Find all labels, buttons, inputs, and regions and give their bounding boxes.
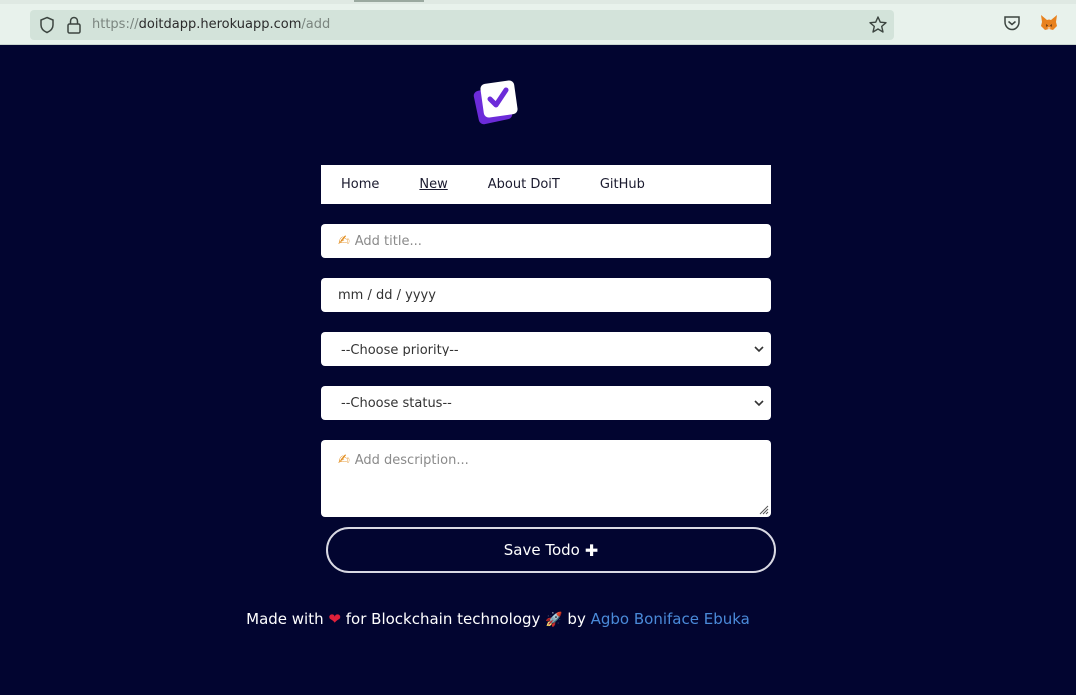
chevron-down-icon	[754, 346, 764, 353]
rocket-icon: 🚀	[545, 612, 563, 628]
chevron-down-icon	[754, 400, 764, 407]
title-input[interactable]: ✍ Add title...	[321, 224, 771, 258]
nav-home[interactable]: Home	[341, 177, 379, 192]
description-textarea[interactable]: ✍ Add description...	[321, 440, 771, 517]
nav-about[interactable]: About DoiT	[488, 177, 560, 192]
priority-selected: --Choose priority--	[341, 343, 459, 356]
nav-new[interactable]: New	[419, 177, 447, 192]
lock-icon[interactable]	[66, 16, 82, 34]
url-text[interactable]: https://doitdapp.herokuapp.com/add	[92, 16, 330, 34]
date-input[interactable]: mm / dd / yyyy	[321, 278, 771, 312]
pocket-icon[interactable]	[1003, 14, 1021, 32]
nav-github[interactable]: GitHub	[600, 177, 645, 192]
plus-icon: ✚	[584, 540, 599, 560]
footer-prefix: Made with	[246, 610, 324, 628]
bookmark-star-icon[interactable]	[868, 15, 888, 35]
address-bar[interactable]: https://doitdapp.herokuapp.com/add	[30, 10, 894, 40]
active-tab-indicator[interactable]	[354, 0, 424, 2]
heart-icon: ❤	[328, 610, 341, 628]
writing-hand-icon: ✍	[338, 452, 350, 468]
writing-hand-icon: ✍	[338, 233, 350, 249]
url-path: /add	[301, 17, 331, 32]
resize-handle-icon[interactable]	[757, 503, 769, 515]
tab-strip	[0, 0, 1076, 4]
title-placeholder: Add title...	[354, 233, 422, 249]
status-select[interactable]: --Choose status--	[321, 386, 771, 420]
url-scheme: https://	[92, 17, 139, 32]
date-placeholder: mm / dd / yyyy	[338, 287, 436, 303]
main-nav: Home New About DoiT GitHub	[321, 165, 771, 204]
shield-icon[interactable]	[38, 16, 56, 34]
doit-logo	[473, 80, 518, 125]
save-todo-label: Save Todo	[503, 541, 580, 559]
save-todo-button[interactable]: Save Todo ✚	[326, 527, 776, 573]
priority-select[interactable]: --Choose priority--	[321, 332, 771, 366]
footer-by: by	[567, 610, 586, 628]
metamask-fox-icon[interactable]	[1039, 13, 1059, 33]
url-host: doitdapp.herokuapp.com	[138, 17, 302, 32]
footer: Made with ❤ for Blockchain technology 🚀 …	[0, 610, 1076, 628]
browser-toolbar: https://doitdapp.herokuapp.com/add	[0, 0, 1076, 45]
author-link[interactable]: Agbo Boniface Ebuka	[591, 610, 750, 628]
status-selected: --Choose status--	[341, 396, 452, 411]
footer-middle: for Blockchain technology	[345, 610, 541, 628]
description-placeholder: Add description...	[354, 452, 469, 468]
